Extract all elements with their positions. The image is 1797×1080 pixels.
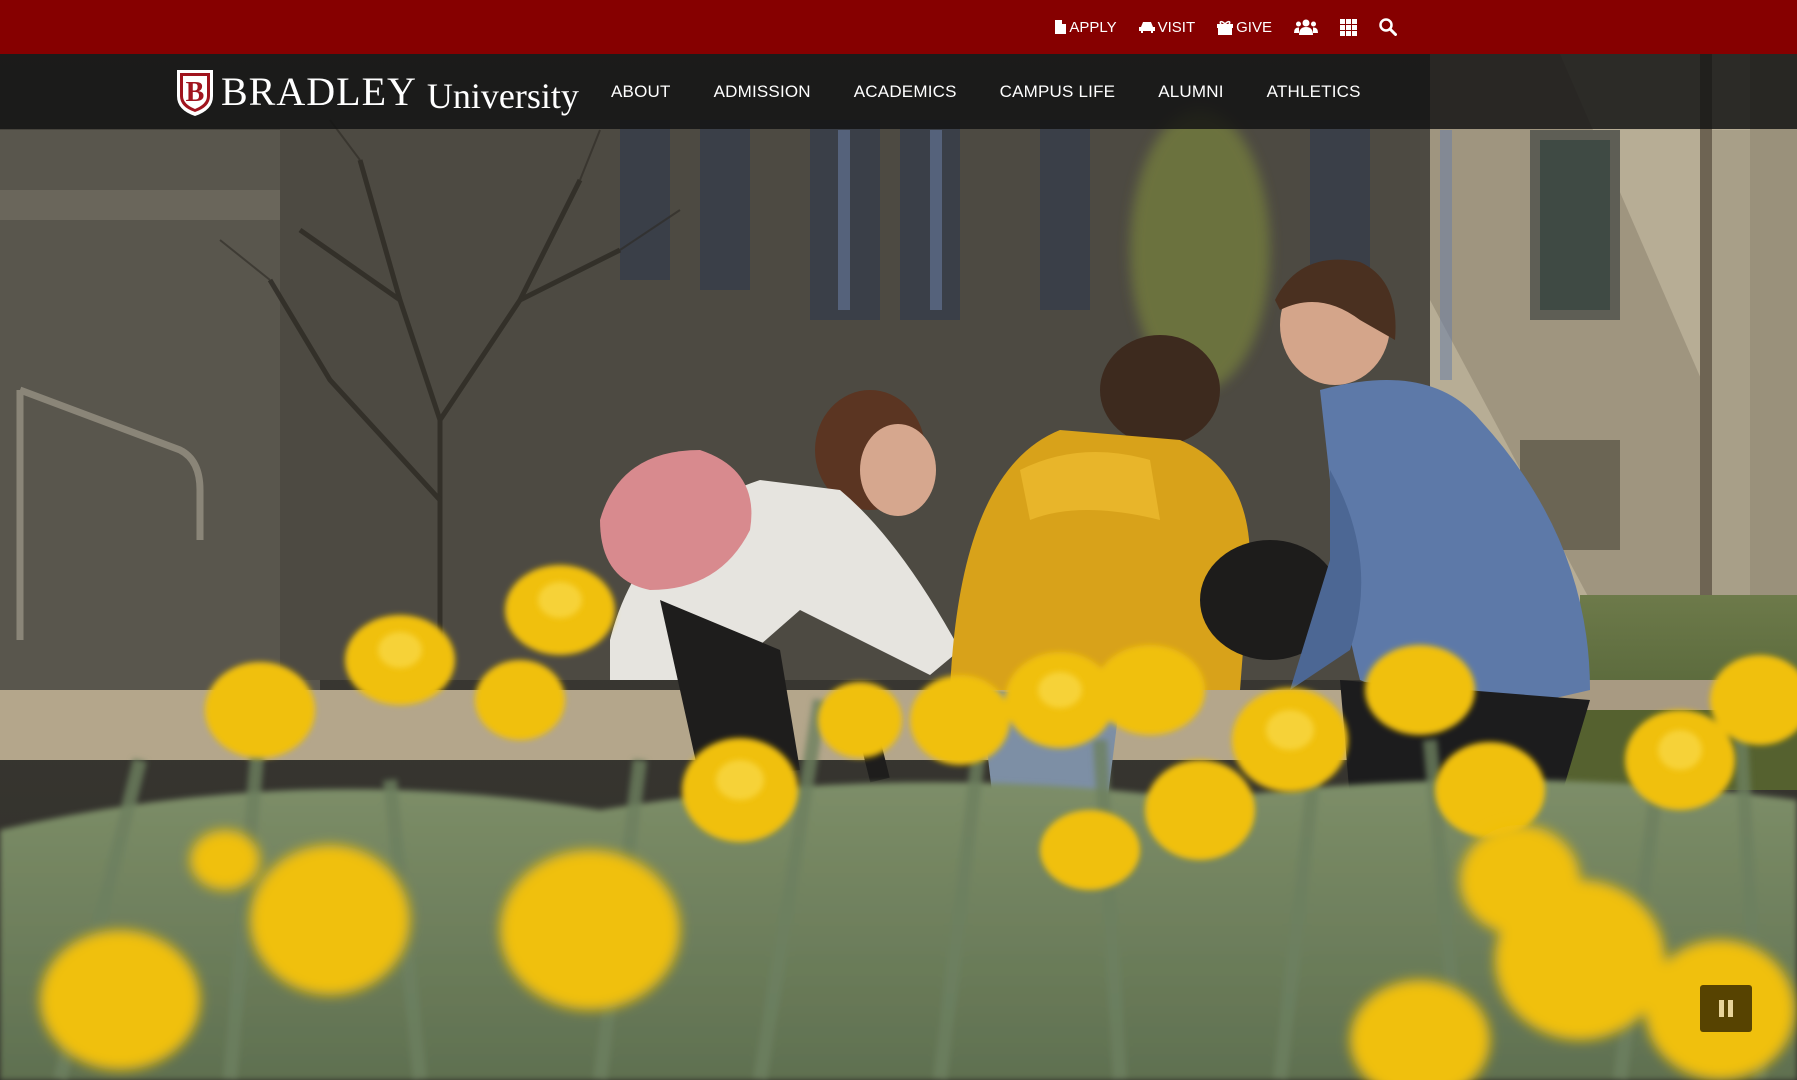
nav-athletics[interactable]: ATHLETICS	[1267, 82, 1361, 102]
gift-icon	[1217, 20, 1234, 35]
utility-bar: APPLY VISIT GIVE	[0, 0, 1797, 54]
pause-icon	[1719, 1000, 1724, 1017]
main-nav: B BRADLEY University ABOUT ADMISSION ACA…	[0, 54, 1797, 129]
apply-label: APPLY	[1069, 18, 1117, 36]
shield-letter: B	[186, 77, 205, 108]
video-pause-button[interactable]	[1700, 985, 1752, 1032]
nav-links: ABOUT ADMISSION ACADEMICS CAMPUS LIFE AL…	[611, 54, 1404, 129]
hero-scene	[0, 0, 1797, 1080]
apps-grid-button[interactable]	[1340, 18, 1357, 36]
logo-suffix: University	[426, 76, 579, 116]
nav-about[interactable]: ABOUT	[611, 82, 671, 102]
utility-links: APPLY VISIT GIVE	[1033, 0, 1397, 54]
nav-academics[interactable]: ACADEMICS	[854, 82, 957, 102]
give-label: GIVE	[1236, 18, 1272, 36]
users-icon	[1294, 19, 1318, 35]
community-button[interactable]	[1294, 19, 1318, 35]
nav-alumni[interactable]: ALUMNI	[1158, 82, 1223, 102]
visit-label: VISIT	[1157, 18, 1196, 36]
file-icon	[1055, 20, 1067, 34]
grid-icon	[1340, 18, 1357, 36]
apply-link[interactable]: APPLY	[1055, 18, 1117, 36]
visit-link[interactable]: VISIT	[1138, 18, 1196, 36]
nav-campus-life[interactable]: CAMPUS LIFE	[1000, 82, 1116, 102]
car-icon	[1138, 22, 1155, 33]
search-button[interactable]	[1379, 18, 1397, 36]
pause-icon-bar	[1728, 1000, 1733, 1017]
search-icon	[1379, 18, 1397, 36]
shield-logo-icon: B	[177, 70, 213, 116]
give-link[interactable]: GIVE	[1217, 19, 1272, 36]
hero-video	[0, 0, 1797, 1080]
bradley-logo[interactable]: B BRADLEY University	[173, 65, 579, 119]
logo-name: BRADLEY	[221, 69, 417, 114]
nav-admission[interactable]: ADMISSION	[714, 82, 811, 102]
